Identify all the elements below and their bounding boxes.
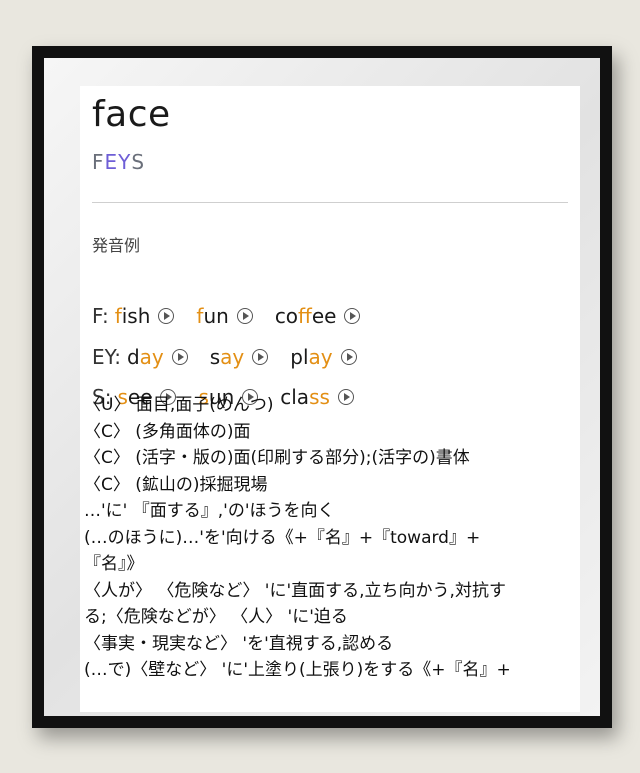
example-word: f un: [196, 304, 253, 328]
example-segment: un: [203, 304, 229, 328]
definition-line: 〈U〉 面目,面子(めんつ): [84, 395, 274, 415]
example-label: F:: [92, 304, 109, 328]
play-icon[interactable]: [158, 308, 175, 324]
definition-line: 〈C〉 (鉱山の)採掘現場: [84, 474, 268, 495]
example-segment: ff: [298, 304, 312, 328]
picture-frame: face FEYS 発音例 F: f ish f un co ff ee EY: d ay s ay pl…: [32, 46, 612, 728]
pron-segment: EY: [104, 150, 132, 174]
dictionary-card: face FEYS 発音例 F: f ish f un co ff ee EY: d ay s ay pl…: [80, 86, 580, 712]
example-segment: ish: [121, 304, 151, 328]
example-word: f ish: [115, 304, 175, 328]
definition-line: 『名』》: [84, 554, 144, 574]
example-label: EY:: [92, 345, 121, 369]
pronunciation: FEYS: [92, 150, 145, 174]
example-segment: co: [274, 304, 299, 328]
example-segment: ay: [220, 345, 245, 369]
definition-line: 〈人が〉 〈危険など〉 'に'直面する,立ち向かう,対抗す: [84, 580, 506, 601]
example-segment: pl: [290, 345, 309, 369]
frame-mat: face FEYS 発音例 F: f ish f un co ff ee EY: d ay s ay pl…: [44, 58, 600, 716]
example-segment: ay: [308, 345, 333, 369]
definition-line: …'に' 『面する』,'の'ほうを向く: [84, 501, 335, 521]
examples-title: 発音例: [92, 236, 141, 255]
example-word: pl ay: [290, 345, 357, 369]
example-segment: s: [209, 345, 221, 369]
definition-line: (…のほうに)…'を'向ける《+『名』+『toward』+: [84, 527, 481, 548]
play-icon[interactable]: [171, 349, 188, 365]
example-segment: f: [196, 304, 204, 328]
example-segment: ay: [139, 345, 164, 369]
pron-segment: S: [131, 150, 146, 174]
example-segment: ee: [311, 304, 337, 328]
play-icon[interactable]: [344, 308, 361, 324]
pron-segment: F: [92, 150, 105, 174]
definition-line: (…で)〈壁など〉 'に'上塗り(上張り)をする《+『名』+: [84, 660, 511, 680]
headword: face: [92, 94, 171, 135]
example-row: EY: d ay s ay pl ay: [92, 345, 379, 369]
example-word: d ay: [127, 345, 188, 369]
example-row: F: f ish f un co ff ee: [92, 304, 382, 328]
example-segment: f: [114, 304, 122, 328]
divider: [92, 202, 568, 203]
definition-list: 〈U〉 面目,面子(めんつ) 〈C〉 (多角面体の)面 〈C〉 (活字・版の)面…: [84, 392, 576, 684]
play-icon[interactable]: [340, 349, 357, 365]
play-icon[interactable]: [252, 349, 269, 365]
definition-line: 〈C〉 (多角面体の)面: [84, 421, 251, 442]
definition-line: 〈事実・現実など〉 'を'直視する,認める: [84, 633, 394, 654]
example-word: s ay: [210, 345, 269, 369]
definition-line: 〈C〉 (活字・版の)面(印刷する部分);(活字の)書体: [84, 448, 470, 468]
example-word: co ff ee: [275, 304, 361, 328]
play-icon[interactable]: [236, 308, 253, 324]
example-segment: d: [126, 345, 140, 369]
definition-line: る;〈危険などが〉 〈人〉 'に'迫る: [84, 607, 348, 627]
